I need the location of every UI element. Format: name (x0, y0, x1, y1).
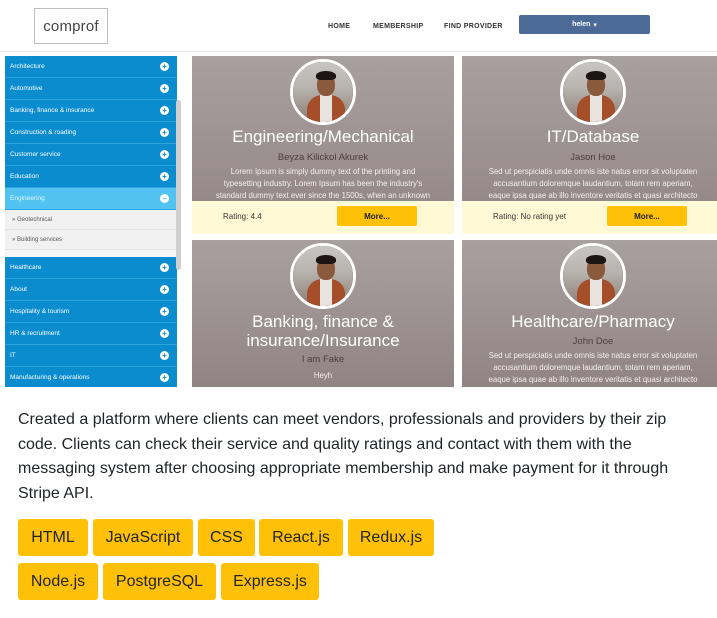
tech-tag: HTML (18, 519, 88, 556)
tech-tag: PostgreSQL (103, 563, 216, 600)
plus-icon: + (160, 307, 169, 316)
card-description-line: typesetting industry. Lorem Ipsum has be… (223, 179, 423, 188)
provider-card[interactable]: Banking, finance & insurance/Insurance I… (192, 240, 454, 387)
plus-icon: + (160, 285, 169, 294)
sidebar-item-label: IT (10, 352, 16, 359)
tech-tag: Redux.js (348, 519, 434, 556)
plus-icon: + (160, 150, 169, 159)
provider-card[interactable]: Engineering/Mechanical Beyza Kilickol Ak… (192, 56, 454, 234)
avatar (560, 243, 626, 309)
nav-find-provider[interactable]: FIND PROVIDER (444, 23, 503, 30)
more-button[interactable]: More... (337, 206, 417, 226)
project-description: Created a platform where clients can mee… (18, 411, 669, 502)
provider-name: Beyza Kilickol Akurek (277, 152, 369, 163)
card-title: Banking, finance & (252, 312, 394, 331)
category-sidebar: Architecture + Automotive + Banking, finan… (5, 56, 177, 387)
sidebar-item-construction[interactable]: Construction & roading + (5, 122, 177, 144)
plus-icon: + (160, 84, 169, 93)
sidebar-item-label: HR & recruitment (10, 330, 60, 337)
sidebar-item-label: Healthcare (10, 264, 42, 271)
card-description-line: standard dummy text ever since the 1500s… (215, 191, 431, 200)
plus-icon: + (160, 106, 169, 115)
plus-icon: + (160, 351, 169, 360)
card-description-line: accusantium doloremque laudantium, totam… (493, 179, 693, 188)
user-menu-button[interactable]: helen ▾ (519, 15, 650, 34)
card-title: IT/Database (546, 127, 640, 146)
sidebar-scrollbar[interactable] (176, 100, 181, 270)
sidebar-item-label: Construction & roading (10, 129, 77, 136)
tech-tag: CSS (198, 519, 255, 556)
avatar (290, 59, 356, 125)
sidebar-subitem-label: Building services (17, 236, 63, 243)
plus-icon: + (160, 62, 169, 71)
plus-icon: + (160, 172, 169, 181)
sidebar-item-label: Education (10, 173, 39, 180)
sidebar-subitem-label: Geotechnical (17, 216, 53, 223)
nav-home[interactable]: HOME (328, 23, 350, 30)
card-description-line: Sed ut perspiciatis unde omnis iste natu… (488, 167, 698, 176)
nav-membership[interactable]: MEMBERSHIP (373, 23, 423, 30)
sidebar-item-customer-service[interactable]: Customer service + (5, 144, 177, 166)
sidebar-subitem-geotechnical[interactable]: » Geotechnical (5, 210, 177, 230)
sidebar-item-label: Engineering (10, 195, 45, 202)
tech-tag: Express.js (221, 563, 319, 600)
tech-tag: React.js (259, 519, 343, 556)
provider-name: I am Fake (301, 354, 345, 365)
sidebar-item-label: Automotive (10, 85, 43, 92)
rating-text: Rating: No rating yet (493, 212, 566, 221)
provider-name: Jason Hoe (570, 152, 616, 163)
card-footer: Rating: 4.4 More... (192, 201, 454, 234)
plus-icon: + (160, 263, 169, 272)
provider-card[interactable]: IT/Database Jason Hoe Sed ut perspiciati… (462, 56, 717, 234)
sidebar-item-banking[interactable]: Banking, finance & insurance + (5, 100, 177, 122)
card-description-line: eaque ipsa quae ab illo inventore verita… (488, 191, 698, 200)
sidebar-item-automotive[interactable]: Automotive + (5, 78, 177, 100)
bullet-icon: » (12, 216, 16, 223)
sidebar-item-it[interactable]: IT + (5, 345, 177, 367)
plus-icon: + (160, 373, 169, 382)
sidebar-item-healthcare[interactable]: Healthcare + (5, 257, 177, 279)
bullet-icon: » (12, 236, 16, 243)
sidebar-item-label: Architecture (10, 63, 45, 70)
provider-card[interactable]: Healthcare/Pharmacy John Doe Sed ut pers… (462, 240, 717, 387)
sidebar-item-education[interactable]: Education + (5, 166, 177, 188)
card-title: insurance/Insurance (246, 331, 400, 350)
minus-icon: − (160, 194, 169, 203)
caret-down-icon: ▾ (593, 21, 597, 29)
sidebar-item-architecture[interactable]: Architecture + (5, 56, 177, 78)
sidebar-item-label: Customer service (10, 151, 61, 158)
sidebar-item-label: Banking, finance & insurance (10, 107, 95, 114)
plus-icon: + (160, 128, 169, 137)
card-description-line: Sed ut perspiciatis unde omnis iste natu… (488, 351, 698, 360)
logo[interactable]: comprof (34, 8, 108, 44)
tech-tag: Node.js (18, 563, 98, 600)
sidebar-item-hospitality[interactable]: Hospitality & tourism + (5, 301, 177, 323)
sidebar-item-label: Manufacturing & operations (10, 374, 90, 381)
avatar (290, 243, 356, 309)
avatar (560, 59, 626, 125)
sidebar-item-engineering[interactable]: Engineering − (5, 188, 177, 210)
provider-name: John Doe (572, 336, 614, 347)
rating-text: Rating: 4.4 (223, 212, 262, 221)
top-navbar: comprof HOME MEMBERSHIP FIND PROVIDER he… (0, 0, 717, 52)
user-name: helen (572, 21, 591, 28)
card-title: Healthcare/Pharmacy (511, 312, 675, 331)
more-button[interactable]: More... (607, 206, 687, 226)
sidebar-subitem-building-services[interactable]: » Building services (5, 230, 177, 250)
card-description-line: eaque ipsa quae ab illo inventore verita… (488, 375, 698, 384)
card-footer: Rating: No rating yet More... (462, 201, 717, 234)
sidebar-item-manufacturing[interactable]: Manufacturing & operations + (5, 367, 177, 387)
card-title: Engineering/Mechanical (232, 127, 414, 146)
card-description-line: accusantium doloremque laudantium, totam… (493, 363, 693, 372)
sidebar-item-label: About (10, 286, 27, 293)
card-description-line: Lorem Ipsum is simply dummy text of the … (230, 167, 416, 176)
project-screenshot: comprof HOME MEMBERSHIP FIND PROVIDER he… (0, 0, 717, 387)
sidebar-spacer (5, 250, 177, 257)
sidebar-item-about[interactable]: About + (5, 279, 177, 301)
plus-icon: + (160, 329, 169, 338)
sidebar-item-label: Hospitality & tourism (10, 308, 70, 315)
sidebar-item-hr[interactable]: HR & recruitment + (5, 323, 177, 345)
tech-tag: JavaScript (93, 519, 193, 556)
card-description-line: Heyh (313, 371, 333, 380)
